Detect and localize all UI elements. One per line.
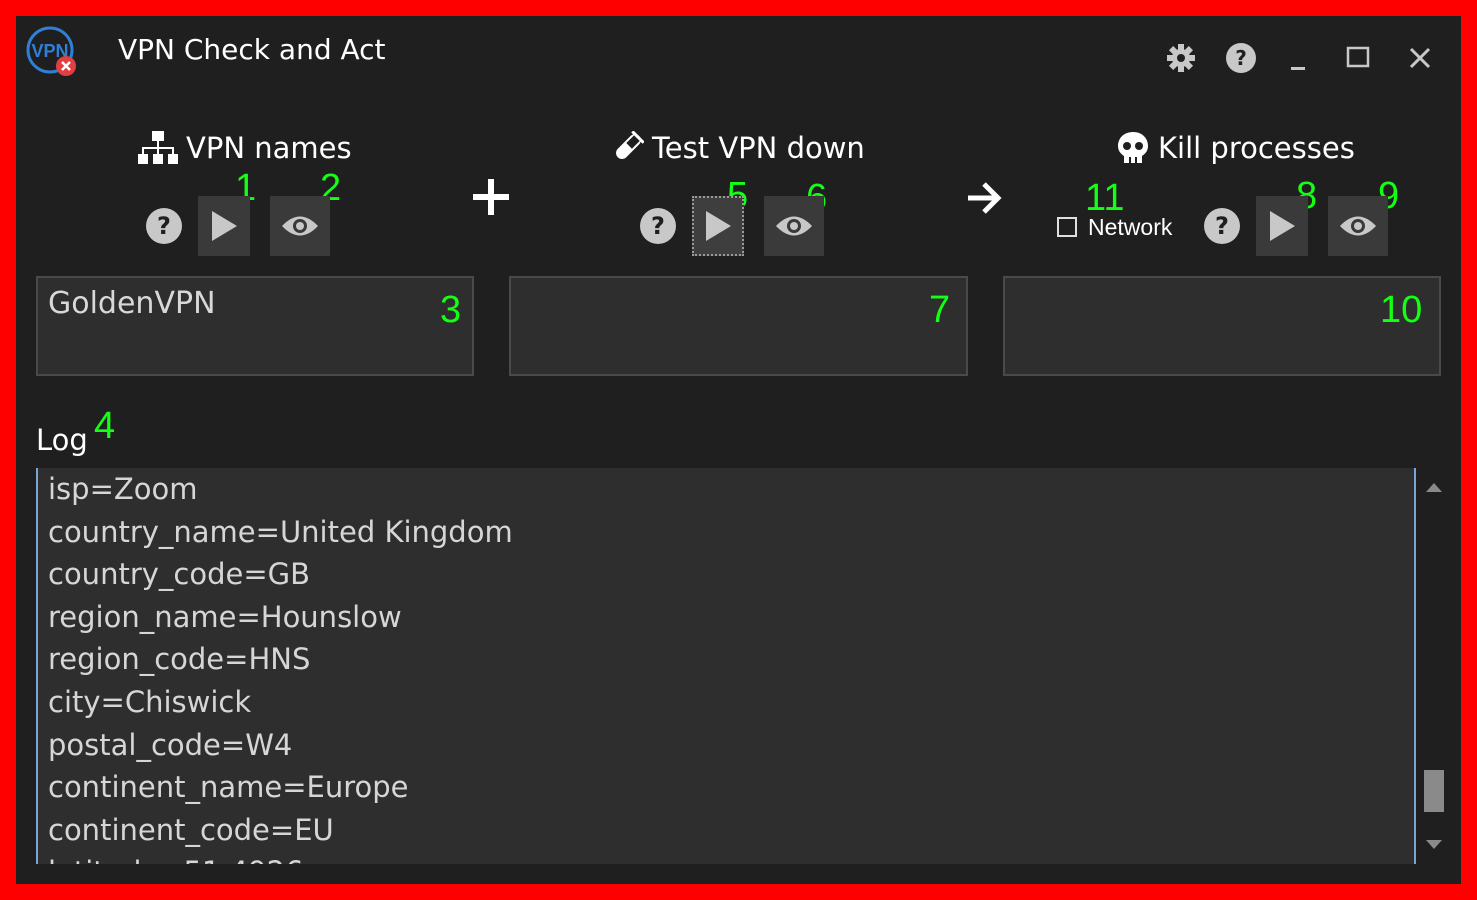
log-line: country_name=United Kingdom <box>48 514 513 549</box>
scroll-up-arrow-icon <box>1426 483 1442 492</box>
annotation-3: 3 <box>440 289 462 331</box>
kill-processes-view-button[interactable] <box>1328 196 1388 256</box>
log-scrollbar[interactable] <box>1422 468 1446 864</box>
close-icon <box>1409 47 1431 69</box>
network-checkbox-label: Network <box>1088 214 1173 240</box>
test-vpn-down-view-button[interactable] <box>764 196 824 256</box>
kill-processes-help-button[interactable]: ? <box>1204 208 1240 244</box>
help-button[interactable]: ? <box>1221 38 1261 78</box>
test-vpn-down-header: Test VPN down <box>610 126 865 170</box>
log-line: continent_name=Europe <box>48 770 409 805</box>
log-line: latitude=51.4926 <box>38 851 1414 864</box>
eye-icon <box>776 216 812 236</box>
kill-processes-header: Kill processes <box>1116 126 1355 170</box>
scroll-thumb <box>1424 770 1444 812</box>
annotation-7: 7 <box>929 289 951 331</box>
app-logo-icon: VPN <box>24 24 80 80</box>
settings-button[interactable] <box>1161 38 1201 78</box>
kill-processes-input[interactable] <box>1003 276 1441 376</box>
test-vpn-down-label: Test VPN down <box>652 131 865 165</box>
minimize-icon <box>1291 67 1305 70</box>
gear-icon <box>1167 44 1195 72</box>
kill-processes-label: Kill processes <box>1158 131 1355 165</box>
test-vpn-down-help-button[interactable]: ? <box>640 208 676 244</box>
maximize-button[interactable] <box>1338 38 1378 78</box>
minimize-button[interactable] <box>1278 38 1318 78</box>
log-line: region_code=HNS <box>48 642 311 677</box>
kill-processes-run-button[interactable] <box>1256 196 1308 256</box>
vpn-names-view-button[interactable] <box>270 196 330 256</box>
play-icon <box>1270 211 1295 241</box>
test-vpn-down-run-button[interactable] <box>692 196 744 256</box>
test-vpn-down-input[interactable] <box>509 276 968 376</box>
help-icon: ? <box>651 212 665 240</box>
play-icon <box>212 211 237 241</box>
plus-icon <box>472 178 510 220</box>
log-line: isp=Zoom <box>48 472 198 506</box>
log-line: city=Chiswick <box>48 684 252 719</box>
network-checkbox[interactable] <box>1057 217 1077 237</box>
skull-icon <box>1118 132 1148 163</box>
scroll-down-arrow-icon <box>1426 840 1442 849</box>
eye-icon <box>282 216 318 236</box>
help-icon: ? <box>1226 43 1256 73</box>
vpn-names-value: GoldenVPN <box>48 286 216 321</box>
play-icon <box>706 211 731 241</box>
help-icon: ? <box>1215 212 1229 240</box>
annotation-4: 4 <box>94 405 116 447</box>
vpn-names-header: VPN names <box>138 126 352 170</box>
log-label: Log <box>36 423 88 457</box>
log-line: region_name=Hounslow <box>48 599 402 634</box>
network-icon <box>138 131 178 164</box>
log-line: postal_code=W4 <box>48 727 293 762</box>
log-textarea[interactable]: isp=Zoom country_name=United Kingdom cou… <box>36 468 1416 864</box>
test-tube-icon <box>616 131 644 159</box>
window-title: VPN Check and Act <box>118 33 386 66</box>
vpn-names-help-button[interactable]: ? <box>146 208 182 244</box>
maximize-icon <box>1346 46 1370 68</box>
arrow-right-icon <box>966 180 1004 220</box>
help-icon: ? <box>157 212 171 240</box>
log-line: continent_code=EU <box>48 812 334 847</box>
close-button[interactable] <box>1400 38 1440 78</box>
annotation-10: 10 <box>1380 289 1423 331</box>
vpn-names-label: VPN names <box>186 131 352 165</box>
app-window: VPN VPN Check and Act ? VPN names 1 2 ? … <box>16 16 1461 884</box>
vpn-names-run-button[interactable] <box>198 196 250 256</box>
log-line: country_code=GB <box>48 557 311 592</box>
vpn-names-input[interactable]: GoldenVPN <box>36 276 474 376</box>
eye-icon <box>1340 216 1376 236</box>
